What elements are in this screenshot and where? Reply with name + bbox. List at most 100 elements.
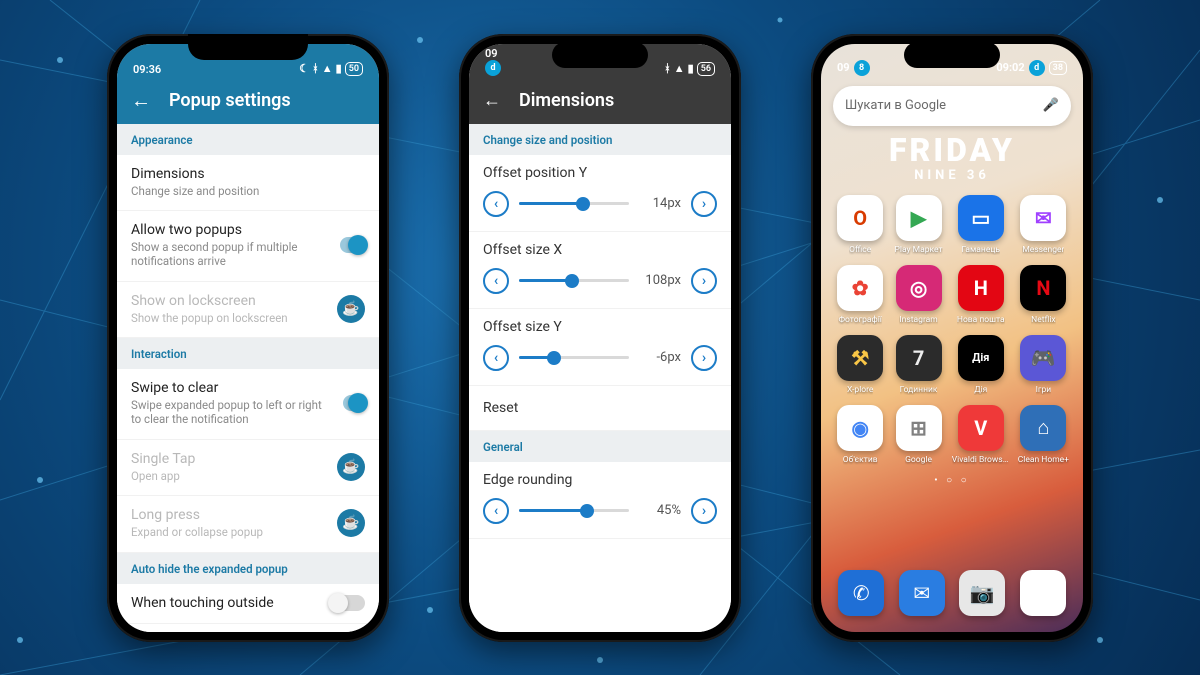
increment-button[interactable]: › [691,498,717,524]
item-long-press[interactable]: Long press Expand or collapse popup ☕ [117,496,379,552]
item-title: Dimensions [131,166,259,182]
slider-value: 45% [639,503,681,518]
item-sub: Show the popup on lockscreen [131,311,288,325]
item-lockscreen[interactable]: Show on lockscreen Show the popup on loc… [117,282,379,338]
notif-dot-icon: 8 [854,60,870,76]
mic-icon[interactable]: 🎤 [1043,98,1059,113]
app-label: Play Маркет [895,245,943,255]
app-label: Netflix [1031,315,1055,325]
app-icon: ✉ [1020,195,1066,241]
increment-button[interactable]: › [691,268,717,294]
item-sub: Show a second popup if multiple notifica… [131,240,328,269]
app-icon: 7 [896,335,942,381]
app-label: Messenger [1022,245,1064,255]
dimensions-titlebar: ← Dimensions [469,78,731,124]
google-search-bar[interactable]: Шукати в Google 🎤 [833,86,1071,126]
premium-cup-icon[interactable]: ☕ [337,295,365,323]
app-play-маркет[interactable]: ▶ Play Маркет [893,195,943,255]
status-left: 09 d [485,47,501,76]
app-clean-home-[interactable]: ⌂Clean Home+ [1018,405,1069,465]
increment-button[interactable]: › [691,191,717,217]
slider-size-x: Offset size X ‹ 108px › [469,232,731,309]
decrement-button[interactable]: ‹ [483,345,509,371]
back-button[interactable]: ← [483,90,501,111]
wifi-icon: ▲ [322,62,333,75]
item-title: Swipe to clear [131,380,331,396]
notif-dot-icon: d [485,60,501,76]
app-label: Дія [974,385,987,395]
item-single-tap[interactable]: Single Tap Open app ☕ [117,440,379,496]
app-нова-пошта[interactable]: ННова пошта [952,265,1010,325]
increment-button[interactable]: › [691,345,717,371]
app-label: Instagram [899,315,937,325]
app-дія[interactable]: Дія Дія [952,335,1010,395]
phone-homescreen: 09 8 09:02 d 38 Шукати в Google 🎤 FRIDAY… [811,34,1093,642]
clock-widget[interactable]: FRIDAY NINE 36 [821,134,1083,183]
section-change-size: Change size and position [469,124,731,155]
slider-track[interactable] [519,356,629,359]
app-об-єктив[interactable]: ◉Об'єктив [835,405,885,465]
item-dimensions[interactable]: Dimensions Change size and position [117,155,379,211]
toggle-two-popups[interactable] [340,237,365,253]
screen-title: Dimensions [519,90,614,111]
item-touch-outside[interactable]: When touching outside [117,584,379,624]
battery-icon: 50 [345,62,363,76]
app-vivaldi-browser[interactable]: VVivaldi Browser [952,405,1010,465]
app-icon: ✿ [837,265,883,311]
dock-chrome[interactable]: ◯ [1020,570,1066,616]
screen-title: Popup settings [169,90,291,111]
phone2-pill [552,42,648,68]
app-x-plore[interactable]: ⚒ X-plore [835,335,885,395]
slider-track[interactable] [519,509,629,512]
notif-dot-icon: d [1029,60,1045,76]
dock-phone[interactable]: ✆ [838,570,884,616]
section-general: General [469,431,731,462]
app-ігри[interactable]: 🎮 Ігри [1018,335,1069,395]
dock-camera[interactable]: 📷 [959,570,1005,616]
app-google[interactable]: ⊞Google [893,405,943,465]
slider-value: -6px [639,350,681,365]
premium-cup-icon[interactable]: ☕ [337,453,365,481]
phone-dimensions: 09 d ᚼ ▲ ▮ 56 ← Dimensions Change size a… [459,34,741,642]
app-label: Годинник [900,385,938,395]
app-icon: Дія [958,335,1004,381]
toggle-swipe[interactable] [343,395,365,411]
status-time: 09:36 [133,63,161,76]
dock-messages[interactable]: ✉ [899,570,945,616]
item-two-popups[interactable]: Allow two popups Show a second popup if … [117,211,379,282]
app-messenger[interactable]: ✉ Messenger [1018,195,1069,255]
app-icon: 🎮 [1020,335,1066,381]
clock-day: FRIDAY [821,134,1083,166]
app-label: X-plore [847,385,873,395]
phone1-notch [188,34,308,60]
app-icon: ▭ [958,195,1004,241]
app-фотографії[interactable]: ✿Фотографії [835,265,885,325]
toggle-touch-outside[interactable] [331,595,365,611]
app-гаманець[interactable]: ▭Гаманець [952,195,1010,255]
item-title: Single Tap [131,451,195,467]
back-button[interactable]: ← [131,88,151,113]
item-title: Show on lockscreen [131,293,288,309]
item-sub: Open app [131,469,195,483]
app-icon: ▶ [896,195,942,241]
slider-track[interactable] [519,279,629,282]
app-label: Ігри [1036,385,1052,395]
bt-icon: ᚼ [312,62,319,75]
slider-track[interactable] [519,202,629,205]
item-swipe[interactable]: Swipe to clear Swipe expanded popup to l… [117,369,379,440]
app-годинник[interactable]: 7 Годинник [893,335,943,395]
slider-offset-y: Offset position Y ‹ 14px › [469,155,731,232]
app-icon: O [837,195,883,241]
decrement-button[interactable]: ‹ [483,268,509,294]
slider-size-y: Offset size Y ‹ -6px › [469,309,731,386]
app-netflix[interactable]: NNetflix [1018,265,1069,325]
page-indicator: • ○ ○ [821,475,1083,486]
app-icon: ⚒ [837,335,883,381]
app-office[interactable]: OOffice [835,195,885,255]
premium-cup-icon[interactable]: ☕ [337,509,365,537]
item-title: Long press [131,507,263,523]
item-reset[interactable]: Reset [469,386,731,431]
app-instagram[interactable]: ◎Instagram [893,265,943,325]
decrement-button[interactable]: ‹ [483,191,509,217]
decrement-button[interactable]: ‹ [483,498,509,524]
